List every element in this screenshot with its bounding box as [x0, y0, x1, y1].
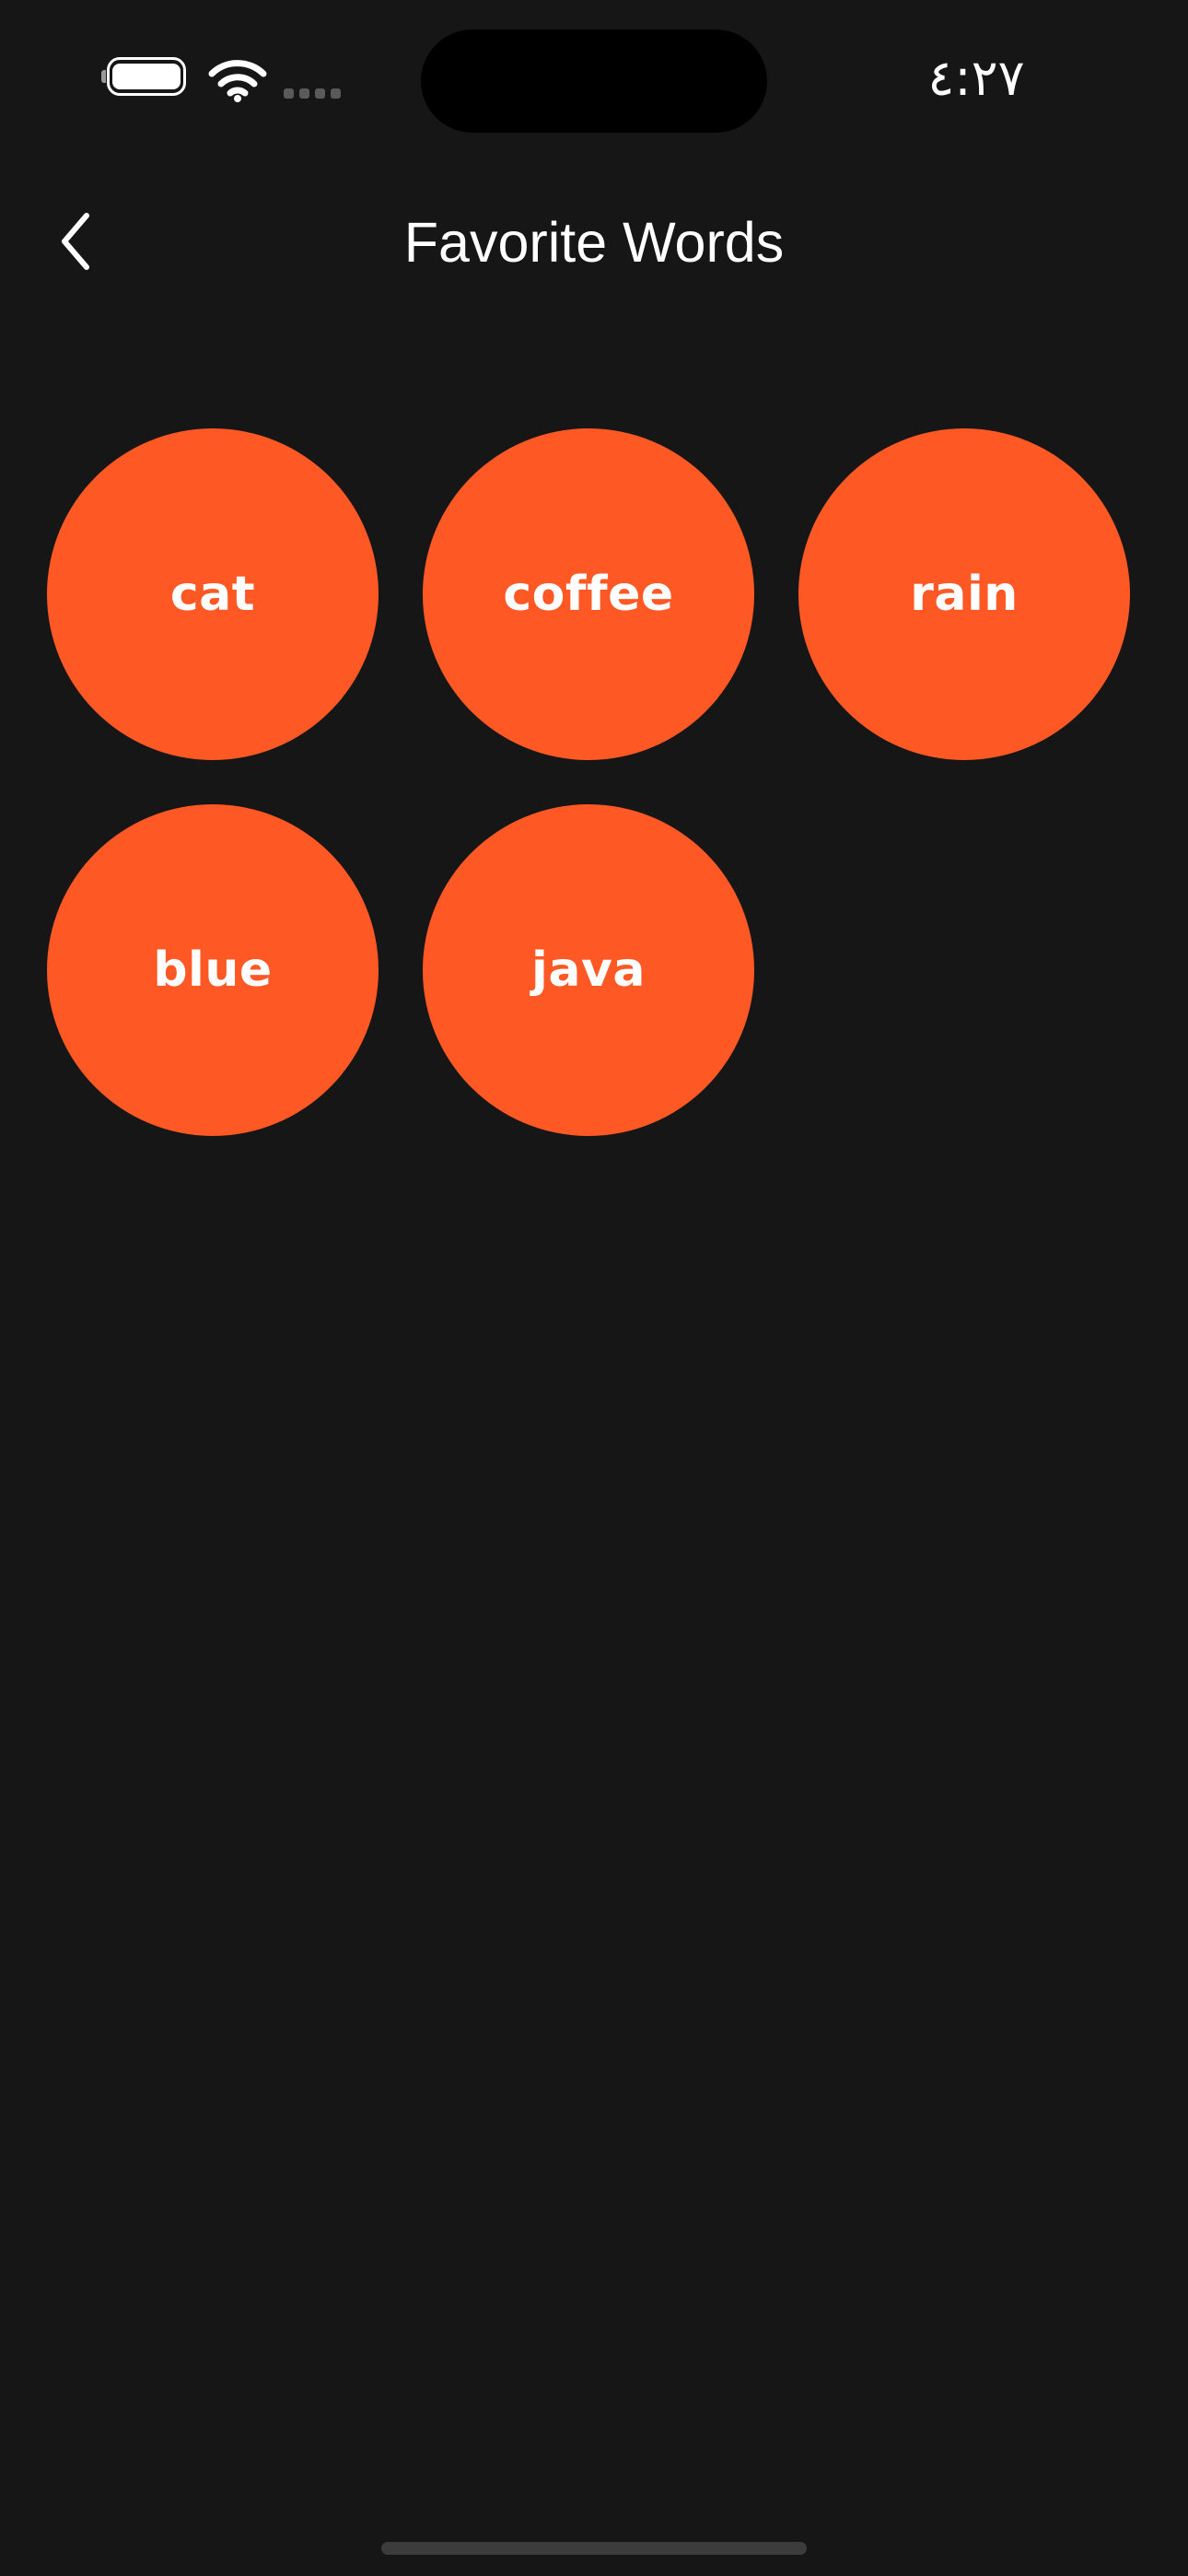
- word-bubble[interactable]: cat: [47, 428, 379, 760]
- word-bubble[interactable]: rain: [798, 428, 1130, 760]
- word-label: java: [531, 943, 646, 998]
- word-label: cat: [169, 567, 256, 622]
- word-grid: cat coffee rain blue java: [47, 428, 1152, 1136]
- word-bubble[interactable]: java: [423, 804, 754, 1136]
- word-bubble[interactable]: blue: [47, 804, 379, 1136]
- battery-icon: [101, 57, 192, 100]
- navigation-bar: Favorite Words: [0, 184, 1188, 304]
- wifi-icon: [208, 57, 267, 103]
- status-bar: ٤:٢٧: [0, 0, 1188, 147]
- page-title: Favorite Words: [403, 211, 785, 274]
- word-label: coffee: [503, 567, 674, 622]
- status-time: ٤:٢٧: [927, 49, 1025, 107]
- cellular-signal-icon: [284, 87, 346, 99]
- word-bubble[interactable]: coffee: [423, 428, 754, 760]
- home-indicator[interactable]: [381, 2542, 807, 2555]
- word-label: rain: [910, 567, 1019, 622]
- dynamic-island: [421, 29, 767, 133]
- word-label: blue: [153, 943, 273, 998]
